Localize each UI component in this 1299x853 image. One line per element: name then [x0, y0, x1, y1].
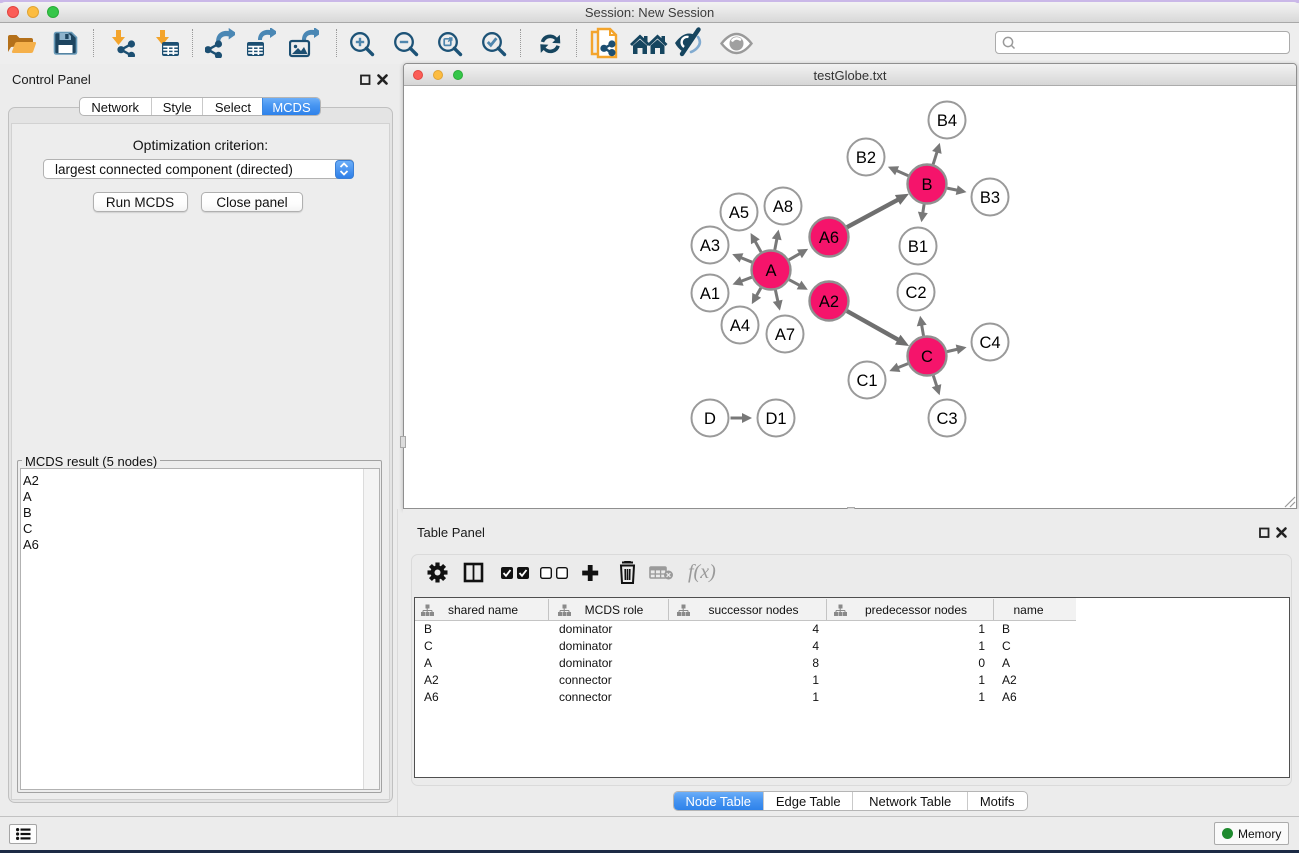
svg-text:C: C [921, 348, 933, 366]
svg-text:A6: A6 [819, 229, 839, 247]
svg-text:A8: A8 [773, 198, 793, 216]
svg-text:A3: A3 [700, 237, 720, 255]
svg-text:B1: B1 [908, 238, 928, 256]
svg-text:B2: B2 [856, 149, 876, 167]
svg-text:A2: A2 [819, 293, 839, 311]
svg-text:D: D [704, 410, 716, 428]
svg-text:B3: B3 [980, 189, 1000, 207]
svg-text:A4: A4 [730, 317, 750, 335]
svg-text:A7: A7 [775, 326, 795, 344]
svg-text:B4: B4 [937, 112, 957, 130]
svg-text:B: B [921, 176, 932, 194]
svg-text:C2: C2 [905, 284, 926, 302]
svg-text:A: A [765, 262, 776, 280]
svg-text:C3: C3 [936, 410, 957, 428]
svg-text:C1: C1 [856, 372, 877, 390]
svg-text:D1: D1 [765, 410, 786, 428]
svg-text:A5: A5 [729, 204, 749, 222]
svg-text:C4: C4 [979, 334, 1000, 352]
svg-text:A1: A1 [700, 285, 720, 303]
